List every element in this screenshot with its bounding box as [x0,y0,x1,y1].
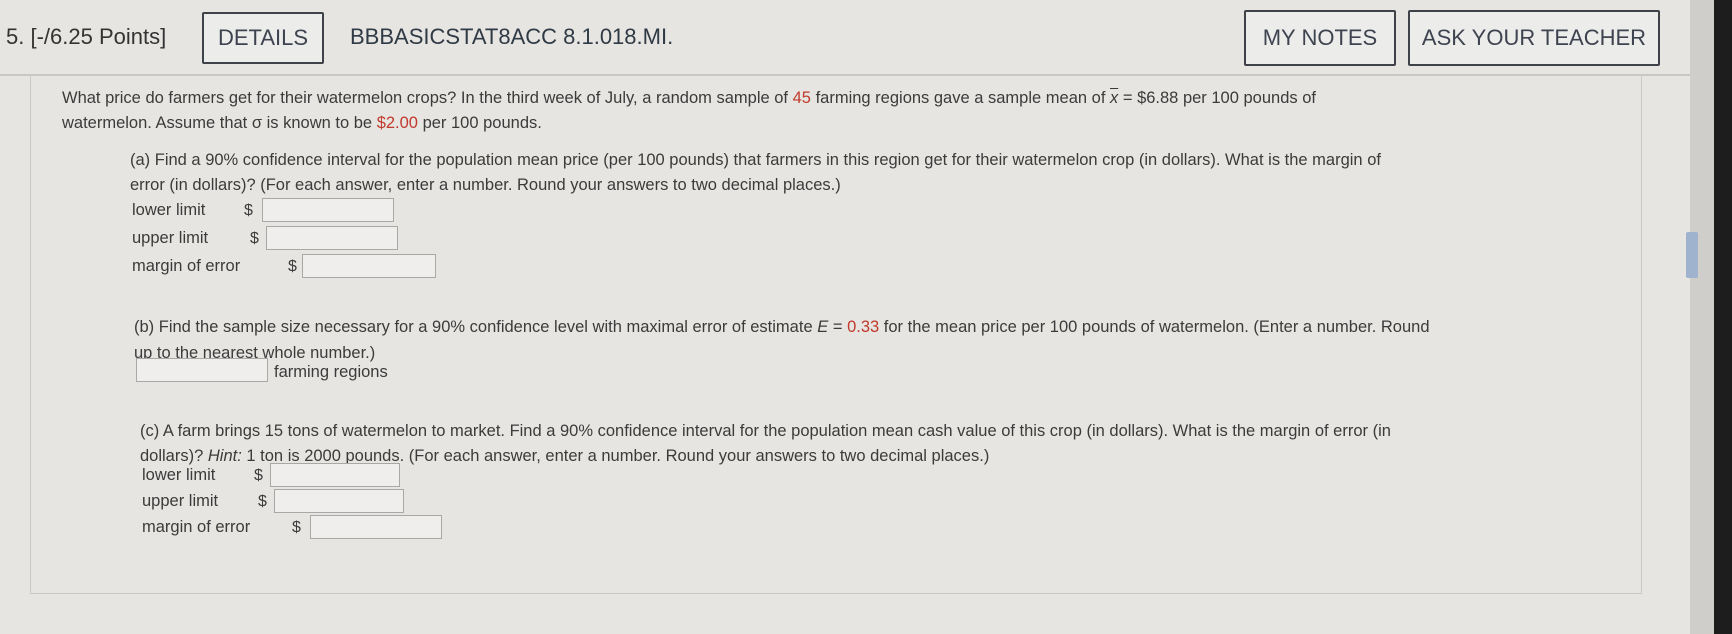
screen: 5. [-/6.25 Points] DETAILS BBBASICSTAT8A… [0,0,1690,634]
part-c-margin-label: margin of error [142,518,251,536]
part-c-upper-limit-input[interactable] [274,489,404,513]
sigma-value: $2.00 [376,114,418,132]
question-code: BBBASICSTAT8ACC 8.1.018.MI. [350,24,674,49]
part-a-line-1: (a) Find a 90% confidence interval for t… [130,151,1381,169]
part-c-lower-label: lower limit [142,466,216,484]
part-b-unit-label: farming regions [274,363,388,381]
part-c-line-2: dollars)? Hint: 1 ton is 2000 pounds. (F… [140,447,990,465]
currency-symbol: $ [250,230,259,247]
part-b-line-1: (b) Find the sample size necessary for a… [134,318,1430,336]
part-a-lower-limit-input[interactable] [262,198,394,222]
part-a-margin-input[interactable] [302,254,436,278]
currency-symbol: $ [292,519,301,536]
details-button[interactable]: DETAILS [202,12,324,64]
currency-symbol: $ [254,467,263,484]
part-a-lower-label: lower limit [132,201,206,219]
error-estimate-value: 0.33 [847,318,880,336]
part-a-margin-label: margin of error [132,257,241,275]
part-a-upper-limit-input[interactable] [266,226,398,250]
part-c-upper-label: upper limit [142,492,219,510]
currency-symbol: $ [244,202,253,219]
currency-symbol: $ [258,493,267,510]
part-c-lower-limit-input[interactable] [270,463,400,487]
intro-line-1: What price do farmers get for their wate… [62,89,1316,107]
currency-symbol: $ [288,258,297,275]
part-b-sample-size-input[interactable] [136,358,268,382]
xbar-symbol: x [1110,89,1119,107]
scrollbar-thumb[interactable] [1686,232,1698,278]
part-c-margin-input[interactable] [310,515,442,539]
intro-line-2: watermelon. Assume that σ is known to be… [62,114,542,132]
screen-bezel [1714,0,1732,634]
part-a-line-2: error (in dollars)? (For each answer, en… [130,176,841,194]
my-notes-button[interactable]: MY NOTES [1244,10,1396,66]
part-c-line-1: (c) A farm brings 15 tons of watermelon … [140,422,1391,440]
sample-size: 45 [792,89,811,107]
part-a-upper-label: upper limit [132,229,209,247]
ask-teacher-button[interactable]: ASK YOUR TEACHER [1408,10,1660,66]
question-header: 5. [-/6.25 Points] DETAILS BBBASICSTAT8A… [0,0,1690,70]
question-points: 5. [-/6.25 Points] [6,24,167,49]
